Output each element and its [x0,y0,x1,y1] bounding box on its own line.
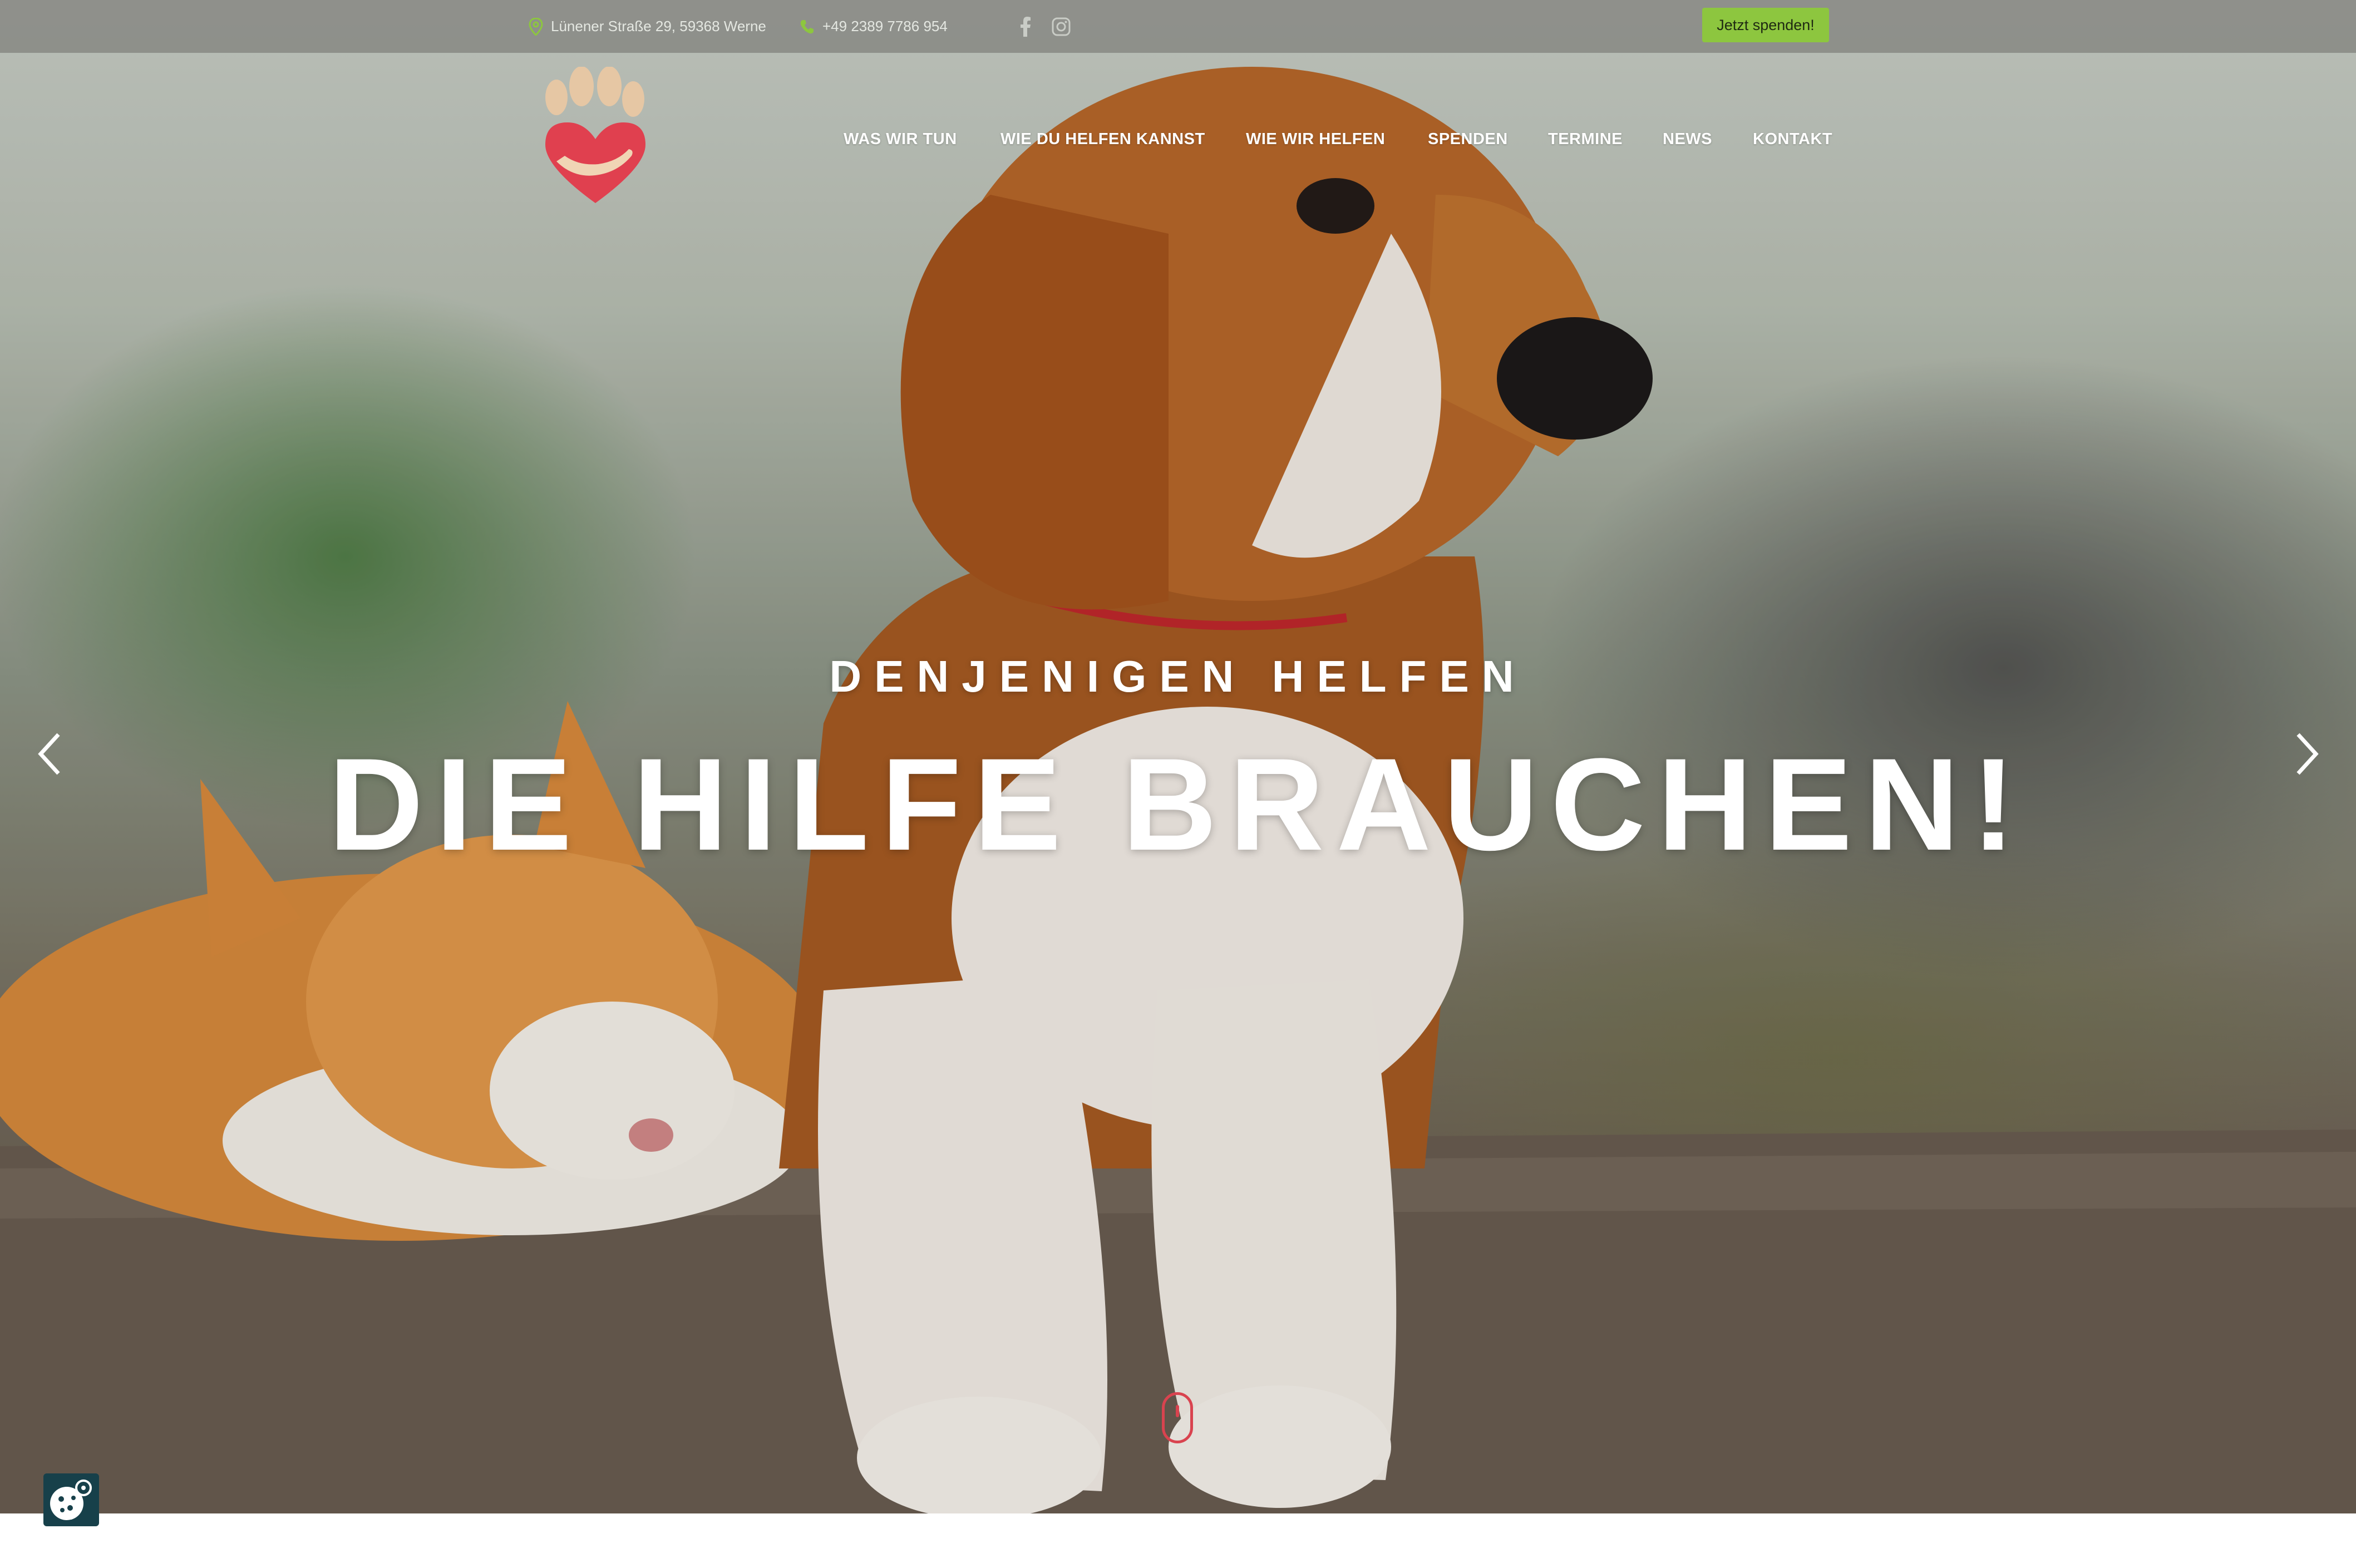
chevron-left-icon [38,733,60,775]
instagram-icon [1052,17,1071,36]
site-logo[interactable] [534,66,657,206]
top-bar: Lünener Straße 29, 59368 Werne +49 2389 … [0,0,2356,53]
chevron-right-icon [2296,733,2319,775]
phone-icon [800,19,814,33]
instagram-link[interactable] [1052,0,1078,53]
facebook-icon [1021,16,1031,37]
slider-next-button[interactable] [2287,729,2326,779]
hero-title: DIE HILFE BRAUCHEN! [328,731,2028,878]
nav-item-wie-wir-helfen[interactable]: WIE WIR HELFEN [1246,130,1385,149]
nav-item-spenden[interactable]: SPENDEN [1428,130,1508,149]
nav-item-wie-du-helfen-kannst[interactable]: WIE DU HELFEN KANNST [1000,130,1205,149]
nav-item-news[interactable]: NEWS [1663,130,1712,149]
cookie-settings-icon [50,1480,92,1520]
paw-heart-logo [545,66,645,203]
address-text: Lünener Straße 29, 59368 Werne [551,18,766,34]
phone-text[interactable]: +49 2389 7786 954 [822,18,948,35]
scroll-down-indicator[interactable] [1162,1392,1193,1443]
nav-item-termine[interactable]: TERMINE [1548,130,1623,149]
address-info: Lünener Straße 29, 59368 Werne [529,0,766,53]
main-navigation: WAS WIR TUN WIE DU HELFEN KANNST WIE WIR… [844,125,2356,153]
cookie-settings-button[interactable] [43,1473,99,1526]
facebook-link[interactable] [1019,0,1039,53]
content-start [0,1513,2356,1568]
slider-prev-button[interactable] [31,729,70,779]
nav-item-was-wir-tun[interactable]: WAS WIR TUN [844,130,957,149]
hero-subtitle: DENJENIGEN HELFEN [829,652,1527,701]
donate-button[interactable]: Jetzt spenden! [1702,8,1829,42]
nav-item-kontakt[interactable]: KONTAKT [1753,130,1832,149]
mouse-scroll-icon [1176,1405,1179,1417]
map-pin-icon [529,17,543,36]
phone-info[interactable]: +49 2389 7786 954 [799,0,948,53]
